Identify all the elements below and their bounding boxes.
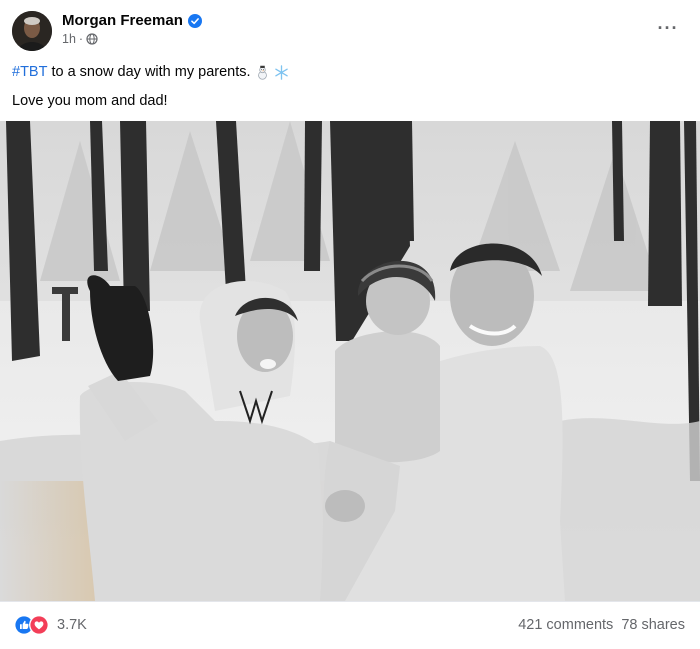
author-name-text: Morgan Freeman [62, 12, 183, 29]
shares-count-link[interactable]: 78 shares [621, 617, 685, 633]
hashtag-link[interactable]: #TBT [12, 62, 47, 82]
engagement-stats: 421 comments 78 shares [518, 617, 685, 633]
post-text: #TBT to a snow day with my parents. Love… [12, 62, 688, 111]
more-options-icon[interactable]: ··· [650, 14, 686, 42]
post-footer: 3.7K 421 comments 78 shares [0, 601, 700, 649]
post-header: Morgan Freeman 1h · ··· [0, 0, 700, 58]
globe-icon[interactable] [86, 33, 98, 45]
avatar-portrait-icon [12, 11, 52, 51]
facebook-post: Morgan Freeman 1h · ··· #TBT to a snow d… [0, 0, 700, 649]
meta-separator: · [78, 32, 84, 46]
post-text-line-1-rest: to a snow day with my parents. [51, 64, 251, 80]
author-avatar[interactable] [12, 11, 52, 51]
snowman-emoji-icon [257, 65, 267, 80]
author-name[interactable]: Morgan Freeman [62, 12, 202, 29]
post-text-line-2: Love you mom and dad! [12, 93, 168, 109]
family-snow-photo [0, 121, 700, 601]
more-options-label: ··· [657, 17, 679, 38]
post-timestamp[interactable]: 1h [62, 32, 76, 46]
snowflake-emoji-icon [274, 64, 288, 80]
post-text-line-1: #TBT to a snow day with my parents. [12, 62, 688, 82]
reaction-count: 3.7K [57, 617, 87, 633]
verified-badge-icon [187, 13, 202, 28]
post-meta: 1h · [62, 32, 98, 46]
love-reaction-icon [29, 615, 49, 635]
post-photo[interactable] [0, 121, 700, 601]
reactions-summary[interactable]: 3.7K [14, 615, 87, 635]
comments-count-link[interactable]: 421 comments [518, 617, 613, 633]
